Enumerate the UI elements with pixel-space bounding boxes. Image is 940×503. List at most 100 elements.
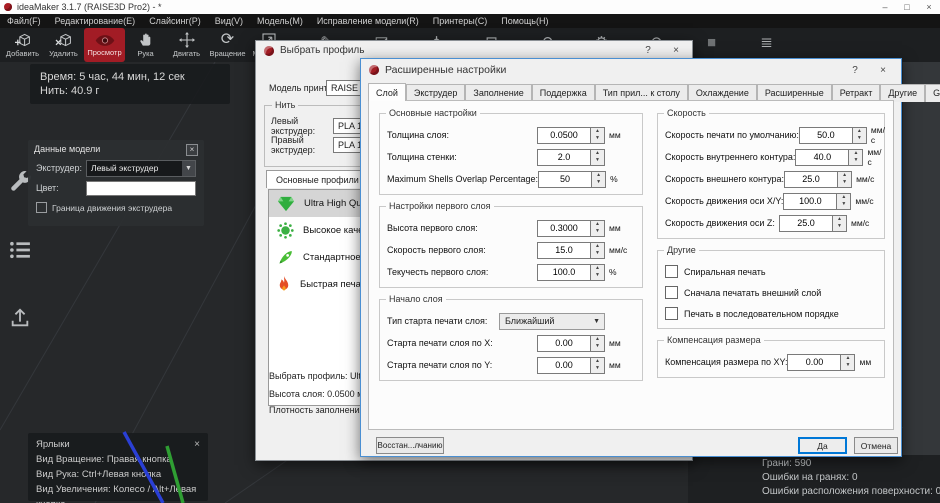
xy-compensation-input[interactable]	[787, 354, 841, 371]
extruder-select[interactable]: Левый экструдер ▼	[86, 160, 196, 177]
dialog-title: Выбрать профиль	[280, 45, 364, 56]
tab-basic-profiles[interactable]: Основные профили	[266, 170, 369, 188]
outer-shell-first-checkbox[interactable]: Сначала печатать внешний слой	[665, 282, 877, 303]
checkbox-icon	[36, 202, 47, 213]
list-icon[interactable]	[6, 236, 34, 264]
extruder-label: Экструдер:	[36, 163, 86, 173]
shell-count-input[interactable]	[537, 149, 591, 166]
layer-start-y-row: Старта печати слоя по Y: ▲▼ мм	[387, 354, 635, 376]
spinner-arrows[interactable]: ▲▼	[853, 127, 867, 144]
sequential-print-checkbox[interactable]: Печать в последовательном порядке	[665, 303, 877, 324]
inner-shell-speed-input[interactable]	[795, 149, 849, 166]
shortcuts-title: Ярлыки	[36, 437, 70, 452]
close-icon[interactable]: ×	[869, 65, 897, 76]
mesh-stats-panel: Грани: 590 Ошибки на гранях: 0 Ошибки ра…	[688, 455, 940, 503]
layer-start-x-row: Старта печати слоя по X: ▲▼ мм	[387, 332, 635, 354]
close-icon[interactable]: ×	[194, 437, 200, 452]
layer-start-type-select[interactable]: Ближайший ▼	[499, 313, 605, 330]
minimize-icon[interactable]: –	[874, 2, 896, 12]
ok-button[interactable]: Да	[798, 437, 847, 454]
extruder-boundary-checkbox[interactable]: Граница движения экструдера	[28, 198, 204, 213]
spinner-arrows[interactable]: ▲▼	[591, 149, 605, 166]
menu-model[interactable]: Модель(M)	[257, 16, 303, 26]
default-speed-row: Скорость печати по умолчанию: ▲▼ мм/с	[665, 124, 877, 146]
layer-start-x-input[interactable]	[537, 335, 591, 352]
app-window: ideaMaker 3.1.7 (RAISE3D Pro2) - * – □ ×…	[0, 0, 940, 503]
left-extruder-label: Левый экструдер:	[271, 116, 333, 136]
layer-start-type-row: Тип старта печати слоя: Ближайший ▼	[387, 310, 635, 332]
menu-file[interactable]: Файл(F)	[7, 16, 41, 26]
rotate-button[interactable]: ⟳ Вращение	[207, 28, 248, 62]
spinner-arrows[interactable]: ▲▼	[837, 193, 851, 210]
first-layer-height-input[interactable]	[537, 220, 591, 237]
chevron-down-icon: ▼	[182, 161, 195, 176]
menu-printers[interactable]: Принтеры(C)	[433, 16, 487, 26]
add-model-button[interactable]: Добавить	[2, 28, 43, 62]
cube-x-icon	[54, 32, 74, 48]
outer-shell-speed-input[interactable]	[784, 171, 838, 188]
app-icon	[264, 46, 274, 56]
color-field[interactable]	[86, 181, 196, 196]
spiral-print-checkbox[interactable]: Спиральная печать	[665, 261, 877, 282]
xy-travel-speed-input[interactable]	[783, 193, 837, 210]
export-icon[interactable]	[6, 304, 34, 332]
layer-start-group: Начало слоя Тип старта печати слоя: Ближ…	[379, 299, 643, 381]
menu-help[interactable]: Помощь(H)	[501, 16, 548, 26]
spinner-arrows[interactable]: ▲▼	[591, 264, 605, 281]
dialog-title: Расширенные настройки	[385, 64, 506, 76]
hint-pan: Вид Рука: Ctrl+Левая кнопка	[36, 467, 200, 482]
first-layer-speed-row: Скорость первого слоя: ▲▼ мм/с	[387, 239, 635, 261]
spinner-arrows[interactable]: ▲▼	[591, 242, 605, 259]
shell-count-row: Толщина стенки: ▲▼	[387, 146, 635, 168]
spinner-arrows[interactable]: ▲▼	[592, 171, 606, 188]
layer-thickness-input[interactable]	[537, 127, 591, 144]
tab-gcode[interactable]: GCode	[925, 84, 940, 102]
spinner-arrows[interactable]: ▲▼	[841, 354, 855, 371]
menu-edit[interactable]: Редактирование(E)	[55, 16, 136, 26]
window-titlebar: ideaMaker 3.1.7 (RAISE3D Pro2) - * – □ ×	[0, 0, 940, 14]
default-speed-input[interactable]	[799, 127, 853, 144]
menu-repair[interactable]: Исправление модели(R)	[317, 16, 419, 26]
close-icon[interactable]: ×	[918, 2, 940, 12]
view-button[interactable]: Просмотр	[84, 28, 125, 62]
shell-overlap-input[interactable]	[538, 171, 592, 188]
layers-icon[interactable]: ≣	[739, 28, 794, 58]
spinner-arrows[interactable]: ▲▼	[833, 215, 847, 232]
close-icon[interactable]: ×	[662, 45, 690, 56]
restore-defaults-button[interactable]: Восстан...лчанию	[376, 437, 444, 454]
first-layer-speed-input[interactable]	[537, 242, 591, 259]
cancel-button[interactable]: Отмена	[854, 437, 898, 454]
layer-start-y-input[interactable]	[537, 357, 591, 374]
right-sidebar: ›	[903, 62, 940, 503]
move-button[interactable]: Двигать	[166, 28, 207, 62]
spinner-arrows[interactable]: ▲▼	[591, 127, 605, 144]
spinner-arrows[interactable]: ▲▼	[591, 220, 605, 237]
delete-model-button[interactable]: Удалить	[43, 28, 84, 62]
face-errors-count: Ошибки на гранях: 0	[762, 472, 940, 483]
z-travel-speed-input[interactable]	[779, 215, 833, 232]
first-layer-flow-input[interactable]	[537, 264, 591, 281]
xy-compensation-row: Компенсация размера по XY: ▲▼ мм	[665, 351, 877, 373]
close-icon[interactable]: ×	[186, 144, 198, 156]
shell-count-spinner: ▲▼	[537, 149, 605, 166]
spinner-arrows[interactable]: ▲▼	[591, 335, 605, 352]
rotate-icon: ⟳	[221, 32, 234, 48]
tab-layer[interactable]: Слой	[368, 83, 406, 101]
spinner-arrows[interactable]: ▲▼	[849, 149, 863, 166]
model-panel-title: Данные модели	[34, 144, 100, 156]
hand-button[interactable]: Рука	[125, 28, 166, 62]
print-summary-overlay: Время: 5 час, 44 мин, 12 сек Нить: 40.9 …	[30, 64, 230, 104]
menu-slice[interactable]: Слайсинг(P)	[149, 16, 201, 26]
layer-tab-page: Основные настройки Толщина слоя: ▲▼ мм Т…	[368, 100, 894, 430]
shell-overlap-row: Maximum Shells Overlap Percentage: ▲▼ %	[387, 168, 635, 190]
help-icon[interactable]: ?	[841, 65, 869, 76]
eye-icon	[95, 34, 115, 47]
help-icon[interactable]: ?	[634, 45, 662, 56]
spinner-arrows[interactable]: ▲▼	[838, 171, 852, 188]
speed-group: Скорость Скорость печати по умолчанию: ▲…	[657, 113, 885, 239]
shortcuts-panel: Ярлыки × Вид Вращение: Правая кнопка Вид…	[28, 433, 208, 501]
maximize-icon[interactable]: □	[896, 2, 918, 12]
menu-view[interactable]: Вид(V)	[215, 16, 243, 26]
basic-settings-group: Основные настройки Толщина слоя: ▲▼ мм Т…	[379, 113, 643, 195]
spinner-arrows[interactable]: ▲▼	[591, 357, 605, 374]
